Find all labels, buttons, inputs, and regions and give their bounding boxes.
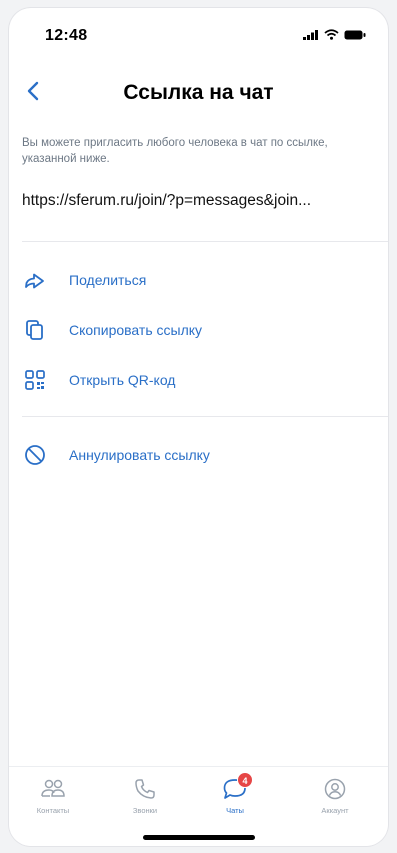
chats-badge: 4 <box>237 772 253 788</box>
open-qr-label: Открыть QR-код <box>69 372 176 388</box>
phone-screen: 12:48 Ссылка на чат Вы можете пригласить… <box>9 8 388 846</box>
status-icons <box>303 29 366 40</box>
block-icon <box>23 443 47 467</box>
wifi-icon <box>324 29 339 40</box>
tab-contacts[interactable]: Контакты <box>13 775 93 823</box>
status-bar: 12:48 <box>9 8 388 58</box>
contacts-icon <box>38 775 68 803</box>
tab-calls[interactable]: Звонки <box>105 775 185 823</box>
account-icon <box>320 775 350 803</box>
share-icon <box>23 268 47 292</box>
divider <box>22 241 388 242</box>
description-text: Вы можете пригласить любого человека в ч… <box>22 137 328 165</box>
share-button[interactable]: Поделиться <box>9 260 388 300</box>
revoke-link-button[interactable]: Аннулировать ссылку <box>9 435 388 475</box>
share-label: Поделиться <box>69 272 147 288</box>
tab-calls-label: Звонки <box>132 806 158 815</box>
copy-link-label: Скопировать ссылку <box>69 322 203 338</box>
battery-icon <box>344 30 366 39</box>
copy-icon <box>23 318 47 342</box>
tab-contacts-label: Контакты <box>36 806 70 815</box>
open-qr-button[interactable]: Открыть QR-код <box>9 360 388 400</box>
revoke-link-label: Аннулировать ссылку <box>69 447 210 463</box>
qr-code-icon <box>23 368 47 392</box>
tab-account-label: Аккаунт <box>321 806 349 815</box>
tab-chats[interactable]: 4 Чаты <box>195 772 275 823</box>
invite-link[interactable]: https://sferum.ru/join/?p=messages&join.… <box>22 192 382 210</box>
status-time: 12:48 <box>45 27 88 44</box>
phone-icon <box>130 775 160 803</box>
tab-account[interactable]: Аккаунт <box>295 775 375 823</box>
divider <box>22 416 388 417</box>
signal-icon <box>303 29 318 40</box>
chat-icon: 4 <box>220 772 253 803</box>
home-indicator <box>143 835 255 840</box>
copy-link-button[interactable]: Скопировать ссылку <box>9 310 388 350</box>
page-title: Ссылка на чат <box>123 81 274 104</box>
tab-chats-label: Чаты <box>226 806 244 815</box>
navigation-bar: Ссылка на чат <box>9 70 388 114</box>
tab-bar: Контакты Звонки 4 Чаты Аккаунт <box>9 766 388 846</box>
